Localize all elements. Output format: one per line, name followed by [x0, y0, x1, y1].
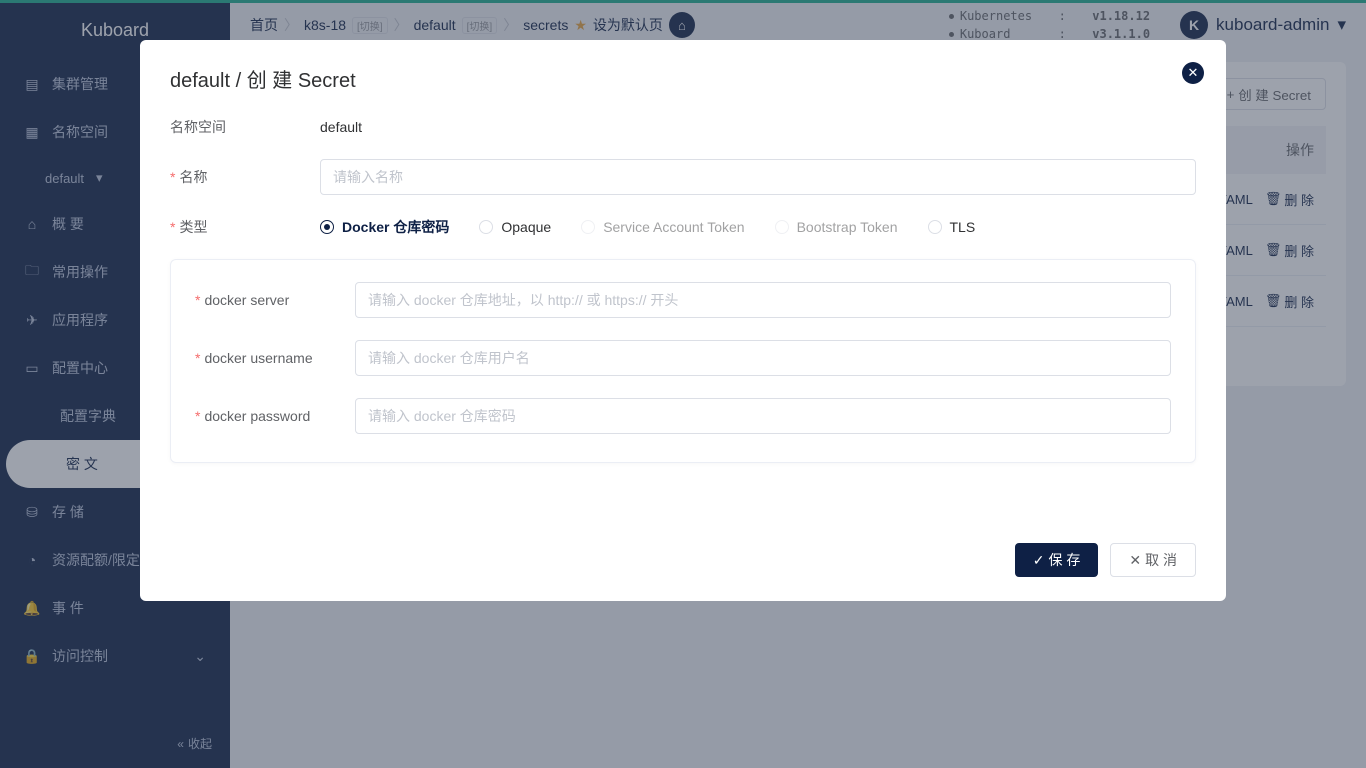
radio-label: Opaque	[501, 219, 551, 235]
radio-opaque[interactable]: Opaque	[479, 217, 551, 237]
type-label: *类型	[170, 217, 320, 237]
radio-icon	[581, 220, 595, 234]
radio-label: Bootstrap Token	[797, 219, 898, 235]
docker-server-label: *docker server	[195, 292, 355, 308]
radio-icon	[320, 220, 334, 234]
cancel-button[interactable]: ✕ 取 消	[1110, 543, 1196, 577]
type-radio-group: Docker 仓库密码 Opaque Service Account Token…	[320, 217, 1196, 237]
name-label: *名称	[170, 167, 320, 187]
radio-bootstrap-token[interactable]: Bootstrap Token	[775, 217, 898, 237]
radio-label: Service Account Token	[603, 219, 744, 235]
namespace-label: 名称空间	[170, 117, 320, 137]
radio-docker[interactable]: Docker 仓库密码	[320, 217, 449, 237]
radio-icon	[775, 220, 789, 234]
docker-username-label: *docker username	[195, 350, 355, 366]
modal-title: default / 创 建 Secret	[170, 64, 1196, 93]
name-input[interactable]	[320, 159, 1196, 195]
close-icon: ✕	[1188, 65, 1199, 81]
docker-password-input[interactable]	[355, 398, 1171, 434]
radio-label: TLS	[950, 219, 976, 235]
namespace-value: default	[320, 119, 1196, 135]
button-label: 保 存	[1048, 550, 1080, 570]
close-button[interactable]: ✕	[1182, 62, 1204, 84]
docker-fields-card: *docker server *docker username *docker …	[170, 259, 1196, 463]
create-secret-modal: default / 创 建 Secret ✕ 名称空间 default *名称 …	[140, 40, 1226, 601]
radio-service-account-token[interactable]: Service Account Token	[581, 217, 744, 237]
radio-tls[interactable]: TLS	[928, 217, 976, 237]
radio-icon	[928, 220, 942, 234]
docker-server-input[interactable]	[355, 282, 1171, 318]
close-icon: ✕	[1129, 552, 1141, 569]
radio-icon	[479, 220, 493, 234]
docker-username-input[interactable]	[355, 340, 1171, 376]
check-icon: ✓	[1033, 552, 1045, 569]
radio-label: Docker 仓库密码	[342, 217, 449, 237]
docker-password-label: *docker password	[195, 408, 355, 424]
save-button[interactable]: ✓ 保 存	[1015, 543, 1099, 577]
button-label: 取 消	[1145, 550, 1177, 570]
